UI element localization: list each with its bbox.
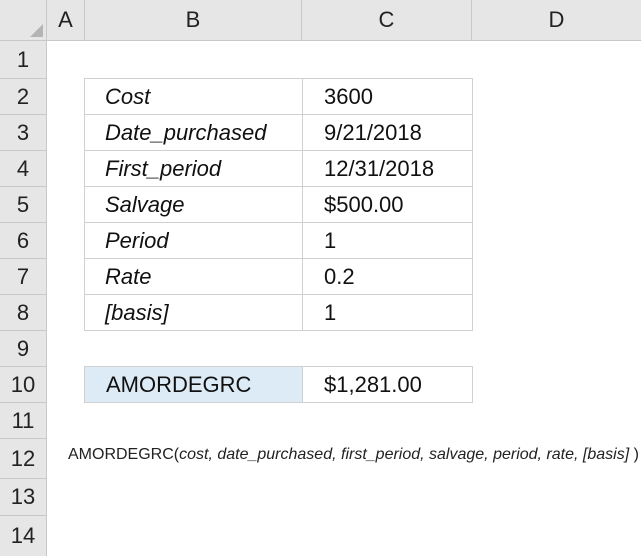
row-header-2[interactable]: 2 [0, 79, 47, 115]
row-header-8[interactable]: 8 [0, 295, 47, 331]
input-label-cell[interactable]: First_period [84, 150, 303, 187]
row-header-1[interactable]: 1 [0, 41, 47, 79]
input-value-cell[interactable]: 3600 [302, 78, 473, 115]
column-header-d[interactable]: D [472, 0, 641, 41]
row-header-3[interactable]: 3 [0, 115, 47, 151]
input-value-cell[interactable]: 1 [302, 294, 473, 331]
input-label-cell[interactable]: [basis] [84, 294, 303, 331]
corner-triangle-icon [30, 24, 43, 37]
input-label-cell[interactable]: Period [84, 222, 303, 259]
syntax-close-paren: ) [629, 446, 639, 463]
input-label-cell[interactable]: Date_purchased [84, 114, 303, 151]
column-header-a[interactable]: A [47, 0, 85, 41]
syntax-function-name: AMORDEGRC( [68, 446, 180, 463]
result-value-cell[interactable]: $1,281.00 [302, 366, 473, 403]
row-header-10[interactable]: 10 [0, 367, 47, 403]
row-header-6[interactable]: 6 [0, 223, 47, 259]
input-label-cell[interactable]: Rate [84, 258, 303, 295]
input-value-cell[interactable]: 0.2 [302, 258, 473, 295]
row-header-11[interactable]: 11 [0, 403, 47, 439]
row-header-5[interactable]: 5 [0, 187, 47, 223]
column-header-b[interactable]: B [85, 0, 302, 41]
function-syntax-text: AMORDEGRC(cost, date_purchased, first_pe… [68, 446, 639, 464]
result-label-cell[interactable]: AMORDEGRC [84, 366, 303, 403]
input-value-cell[interactable]: 12/31/2018 [302, 150, 473, 187]
input-label-cell[interactable]: Salvage [84, 186, 303, 223]
column-header-c[interactable]: C [302, 0, 472, 41]
input-value-cell[interactable]: 1 [302, 222, 473, 259]
row-header-4[interactable]: 4 [0, 151, 47, 187]
syntax-arguments: cost, date_purchased, first_period, salv… [179, 446, 630, 463]
row-header-12[interactable]: 12 [0, 439, 47, 479]
row-header-7[interactable]: 7 [0, 259, 47, 295]
row-header-14[interactable]: 14 [0, 516, 47, 556]
input-value-cell[interactable]: $500.00 [302, 186, 473, 223]
select-all-corner[interactable] [0, 0, 47, 41]
input-value-cell[interactable]: 9/21/2018 [302, 114, 473, 151]
row-header-9[interactable]: 9 [0, 331, 47, 367]
input-label-cell[interactable]: Cost [84, 78, 303, 115]
row-header-13[interactable]: 13 [0, 479, 47, 516]
